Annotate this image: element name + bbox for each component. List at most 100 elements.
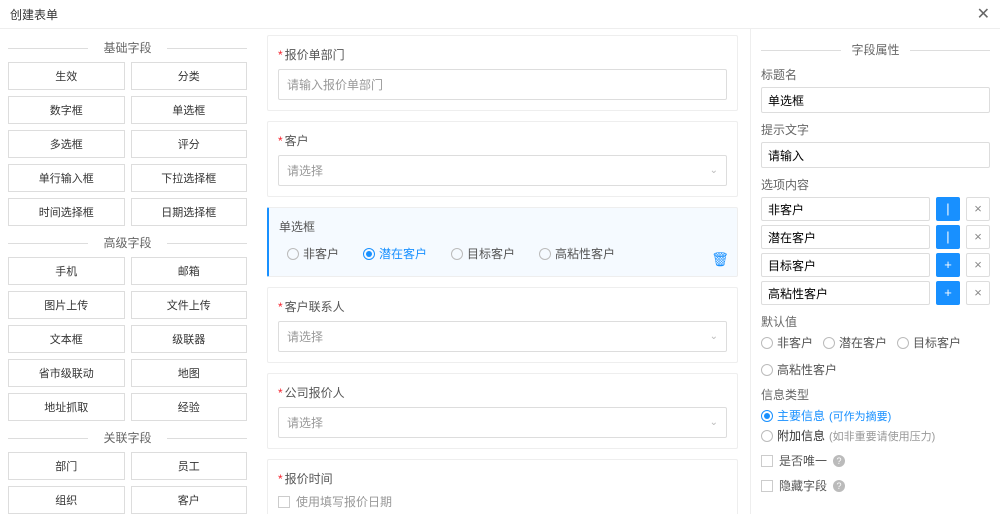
edit-option-button[interactable]: |	[936, 225, 960, 249]
palette-grid: 部门员工组织客户联系人商机	[8, 452, 247, 514]
name-label: 标题名	[761, 66, 990, 83]
form-item[interactable]: *客户请选择⌄	[267, 121, 738, 197]
option-input[interactable]	[761, 253, 930, 277]
default-label: 默认值	[761, 313, 990, 330]
option-input[interactable]	[761, 281, 930, 305]
radio-icon	[897, 337, 909, 349]
palette-field[interactable]: 图片上传	[8, 291, 125, 319]
hidden-checkbox[interactable]: 隐藏字段 ?	[761, 477, 990, 494]
palette-field[interactable]: 文本框	[8, 325, 125, 353]
radio-icon	[761, 337, 773, 349]
field-palette: 基础字段生效分类数字框单选框多选框评分单行输入框下拉选择框时间选择框日期选择框高…	[0, 29, 255, 514]
text-input[interactable]: 请输入报价单部门	[278, 69, 727, 100]
radio-off-icon	[761, 430, 773, 442]
palette-field[interactable]: 单选框	[131, 96, 248, 124]
radio-option[interactable]: 潜在客户	[363, 245, 427, 262]
radio-option[interactable]: 非客户	[287, 245, 339, 262]
remove-option-button[interactable]: ×	[966, 197, 990, 221]
form-item[interactable]: 单选框非客户 潜在客户 目标客户 高粘性客户 🗑	[267, 207, 738, 277]
close-icon[interactable]: ✕	[977, 4, 990, 24]
palette-field[interactable]: 地址抓取	[8, 393, 125, 421]
palette-field[interactable]: 省市级联动	[8, 359, 125, 387]
info-sub-radio[interactable]: 附加信息 (如非重要请使用压力)	[761, 427, 990, 444]
add-option-button[interactable]: +	[936, 253, 960, 277]
unique-checkbox[interactable]: 是否唯一 ?	[761, 452, 990, 469]
palette-field[interactable]: 评分	[131, 130, 248, 158]
chevron-down-icon: ⌄	[710, 165, 718, 176]
radio-icon	[823, 337, 835, 349]
palette-field[interactable]: 经验	[131, 393, 248, 421]
radio-option[interactable]: 目标客户	[451, 245, 515, 262]
palette-field[interactable]: 时间选择框	[8, 198, 125, 226]
radio-icon	[363, 248, 375, 260]
chevron-down-icon: ⌄	[710, 331, 718, 342]
help-icon[interactable]: ?	[833, 480, 845, 492]
default-option[interactable]: 非客户	[761, 334, 813, 351]
form-item-label: *客户	[278, 132, 727, 149]
radio-on-icon	[761, 410, 773, 422]
select-input[interactable]: 请选择⌄	[278, 321, 727, 352]
form-item-label: *报价时间	[278, 470, 727, 487]
select-input[interactable]: 请选择⌄	[278, 155, 727, 186]
palette-field[interactable]: 单行输入框	[8, 164, 125, 192]
palette-field[interactable]: 文件上传	[131, 291, 248, 319]
palette-field[interactable]: 数字框	[8, 96, 125, 124]
palette-field[interactable]: 日期选择框	[131, 198, 248, 226]
form-item[interactable]: *报价时间使用填写报价日期	[267, 459, 738, 514]
header: 创建表单 ✕	[0, 0, 1000, 29]
palette-field[interactable]: 地图	[131, 359, 248, 387]
form-item[interactable]: *公司报价人请选择⌄	[267, 373, 738, 449]
hint-label: 提示文字	[761, 121, 990, 138]
default-option[interactable]: 高粘性客户	[761, 361, 837, 378]
hint-input[interactable]	[761, 142, 990, 168]
option-row: |×	[761, 225, 990, 249]
main: 基础字段生效分类数字框单选框多选框评分单行输入框下拉选择框时间选择框日期选择框高…	[0, 29, 1000, 514]
radio-option[interactable]: 高粘性客户	[539, 245, 615, 262]
radio-icon	[451, 248, 463, 260]
info-main-radio[interactable]: 主要信息 (可作为摘要)	[761, 407, 990, 424]
palette-field[interactable]: 邮箱	[131, 257, 248, 285]
info-type-label: 信息类型	[761, 386, 990, 403]
form-canvas: *报价单部门请输入报价单部门 *客户请选择⌄ 单选框非客户 潜在客户 目标客户 高粘性客户…	[255, 29, 750, 514]
palette-field[interactable]: 员工	[131, 452, 248, 480]
palette-field[interactable]: 部门	[8, 452, 125, 480]
name-input[interactable]	[761, 87, 990, 113]
form-item-label: *报价单部门	[278, 46, 727, 63]
option-row: +×	[761, 281, 990, 305]
option-input[interactable]	[761, 197, 930, 221]
add-option-button[interactable]: +	[936, 281, 960, 305]
palette-grid: 生效分类数字框单选框多选框评分单行输入框下拉选择框时间选择框日期选择框	[8, 62, 247, 226]
palette-field[interactable]: 下拉选择框	[131, 164, 248, 192]
form-item-label: 单选框	[279, 218, 727, 235]
palette-field[interactable]: 多选框	[8, 130, 125, 158]
form-item[interactable]: *报价单部门请输入报价单部门	[267, 35, 738, 111]
select-input[interactable]: 请选择⌄	[278, 407, 727, 438]
edit-option-button[interactable]: |	[936, 197, 960, 221]
form-item-label: *公司报价人	[278, 384, 727, 401]
palette-field[interactable]: 客户	[131, 486, 248, 514]
checkbox-icon	[761, 455, 773, 467]
remove-option-button[interactable]: ×	[966, 253, 990, 277]
remove-option-button[interactable]: ×	[966, 225, 990, 249]
palette-field[interactable]: 分类	[131, 62, 248, 90]
property-panel: 字段属性 标题名 提示文字 选项内容 |×|×+×+× 默认值 非客户潜在客户目…	[750, 29, 1000, 514]
palette-field[interactable]: 组织	[8, 486, 125, 514]
option-input[interactable]	[761, 225, 930, 249]
delete-icon[interactable]: 🗑	[711, 251, 729, 268]
default-option[interactable]: 目标客户	[897, 334, 961, 351]
property-title: 字段属性	[761, 41, 990, 58]
palette-field[interactable]: 级联器	[131, 325, 248, 353]
radio-group: 非客户 潜在客户 目标客户 高粘性客户	[279, 241, 727, 266]
chevron-down-icon: ⌄	[710, 417, 718, 428]
palette-section-title: 高级字段	[8, 234, 247, 251]
checkbox-line[interactable]: 使用填写报价日期	[278, 493, 727, 510]
remove-option-button[interactable]: ×	[966, 281, 990, 305]
help-icon[interactable]: ?	[833, 455, 845, 467]
checkbox-icon	[278, 496, 290, 508]
option-row: +×	[761, 253, 990, 277]
palette-field[interactable]: 生效	[8, 62, 125, 90]
form-item[interactable]: *客户联系人请选择⌄	[267, 287, 738, 363]
palette-field[interactable]: 手机	[8, 257, 125, 285]
default-option[interactable]: 潜在客户	[823, 334, 887, 351]
radio-icon	[761, 364, 773, 376]
